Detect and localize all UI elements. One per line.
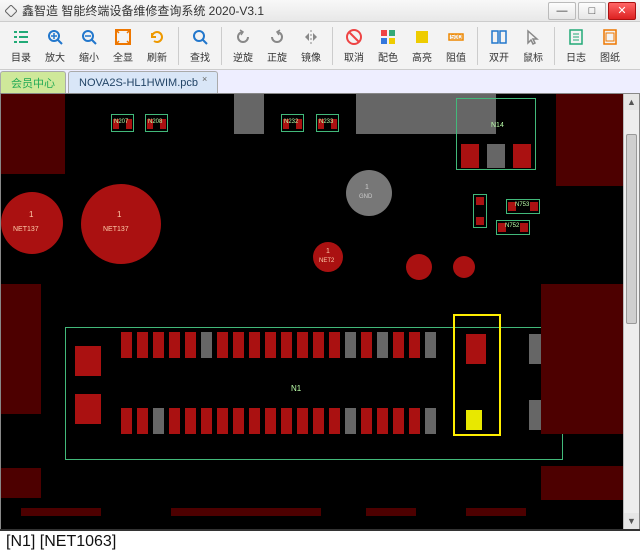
tool-find[interactable]: 查找 xyxy=(183,24,217,68)
tool-palette[interactable]: 配色 xyxy=(371,24,405,68)
status-text: [N1] [NET1063] xyxy=(6,533,116,551)
tool-label: 配色 xyxy=(378,49,398,64)
scroll-down-icon[interactable]: ▼ xyxy=(624,513,639,529)
tool-cancel[interactable]: 取消 xyxy=(337,24,371,68)
res-icon: 50Ω xyxy=(446,27,466,47)
tab-home[interactable]: 会员中心 xyxy=(0,71,66,93)
tool-rotr[interactable]: 正旋 xyxy=(260,24,294,68)
find-icon xyxy=(190,27,210,47)
tool-label: 放大 xyxy=(45,49,65,64)
tab-file-label: NOVA2S-HL1HWIM.pcb xyxy=(79,77,198,89)
status-bar: [N1] [NET1063] xyxy=(0,529,640,552)
cancel-icon xyxy=(344,27,364,47)
palette-icon xyxy=(378,27,398,47)
tool-label: 查找 xyxy=(190,49,210,64)
pad-net2 xyxy=(313,242,343,272)
log-icon xyxy=(566,27,586,47)
vertical-scrollbar[interactable]: ▲ ▼ xyxy=(623,94,639,529)
refresh-icon xyxy=(147,27,167,47)
tab-home-label: 会员中心 xyxy=(11,75,55,91)
maximize-button[interactable]: □ xyxy=(578,2,606,20)
tool-label: 高亮 xyxy=(412,49,432,64)
tool-label: 鼠标 xyxy=(523,49,543,64)
rotr-icon xyxy=(267,27,287,47)
svg-text:50Ω: 50Ω xyxy=(451,35,463,41)
pcb-canvas[interactable]: N1 N207 N208 N232 N233 N14 1 NET13 xyxy=(0,94,640,529)
main-toolbar: 目录放大缩小全显刷新 查找 逆旋正旋镜像 取消配色高亮 50Ω 阻值 双开鼠标 日志图纸 xyxy=(0,22,640,70)
hilite-icon xyxy=(412,27,432,47)
selection-highlight xyxy=(453,314,501,436)
tool-paper[interactable]: 图纸 xyxy=(593,24,627,68)
tool-zoomout[interactable]: 缩小 xyxy=(72,24,106,68)
window-title: 鑫智造 智能终端设备维修查询系统 2020-V3.1 xyxy=(22,2,546,19)
minimize-button[interactable]: — xyxy=(548,2,576,20)
list-icon xyxy=(11,27,31,47)
tool-label: 缩小 xyxy=(79,49,99,64)
tool-log[interactable]: 日志 xyxy=(559,24,593,68)
app-icon xyxy=(4,4,18,18)
pad-net137b xyxy=(81,184,161,264)
tab-close-icon[interactable]: × xyxy=(202,74,207,84)
dual-icon xyxy=(489,27,509,47)
tool-label: 镜像 xyxy=(301,49,321,64)
tool-rotl[interactable]: 逆旋 xyxy=(226,24,260,68)
rotl-icon xyxy=(233,27,253,47)
tool-label: 逆旋 xyxy=(233,49,253,64)
pad-net137a xyxy=(1,192,63,254)
fit-icon xyxy=(113,27,133,47)
tool-res[interactable]: 50Ω 阻值 xyxy=(439,24,473,68)
pad-gnd xyxy=(346,170,392,216)
tool-hilite[interactable]: 高亮 xyxy=(405,24,439,68)
tool-label: 全显 xyxy=(113,49,133,64)
scroll-thumb[interactable] xyxy=(626,134,637,324)
tool-dual[interactable]: 双开 xyxy=(482,24,516,68)
paper-icon xyxy=(600,27,620,47)
label-n1: N1 xyxy=(291,384,301,393)
zoomout-icon xyxy=(79,27,99,47)
tool-label: 取消 xyxy=(344,49,364,64)
tab-file[interactable]: NOVA2S-HL1HWIM.pcb × xyxy=(68,71,218,93)
tool-label: 阻值 xyxy=(446,49,466,64)
tool-refresh[interactable]: 刷新 xyxy=(140,24,174,68)
tool-label: 正旋 xyxy=(267,49,287,64)
title-bar: 鑫智造 智能终端设备维修查询系统 2020-V3.1 — □ ✕ xyxy=(0,0,640,22)
tool-zoomin[interactable]: 放大 xyxy=(38,24,72,68)
zoomin-icon xyxy=(45,27,65,47)
tool-mirror[interactable]: 镜像 xyxy=(294,24,328,68)
tool-cursor[interactable]: 鼠标 xyxy=(516,24,550,68)
tool-label: 双开 xyxy=(489,49,509,64)
tool-label: 目录 xyxy=(11,49,31,64)
tool-list[interactable]: 目录 xyxy=(4,24,38,68)
mirror-icon xyxy=(301,27,321,47)
scroll-up-icon[interactable]: ▲ xyxy=(624,94,639,110)
tool-label: 刷新 xyxy=(147,49,167,64)
close-button[interactable]: ✕ xyxy=(608,2,636,20)
tool-label: 图纸 xyxy=(600,49,620,64)
cursor-icon xyxy=(523,27,543,47)
tool-fit[interactable]: 全显 xyxy=(106,24,140,68)
tab-bar: 会员中心 NOVA2S-HL1HWIM.pcb × xyxy=(0,70,640,94)
tool-label: 日志 xyxy=(566,49,586,64)
